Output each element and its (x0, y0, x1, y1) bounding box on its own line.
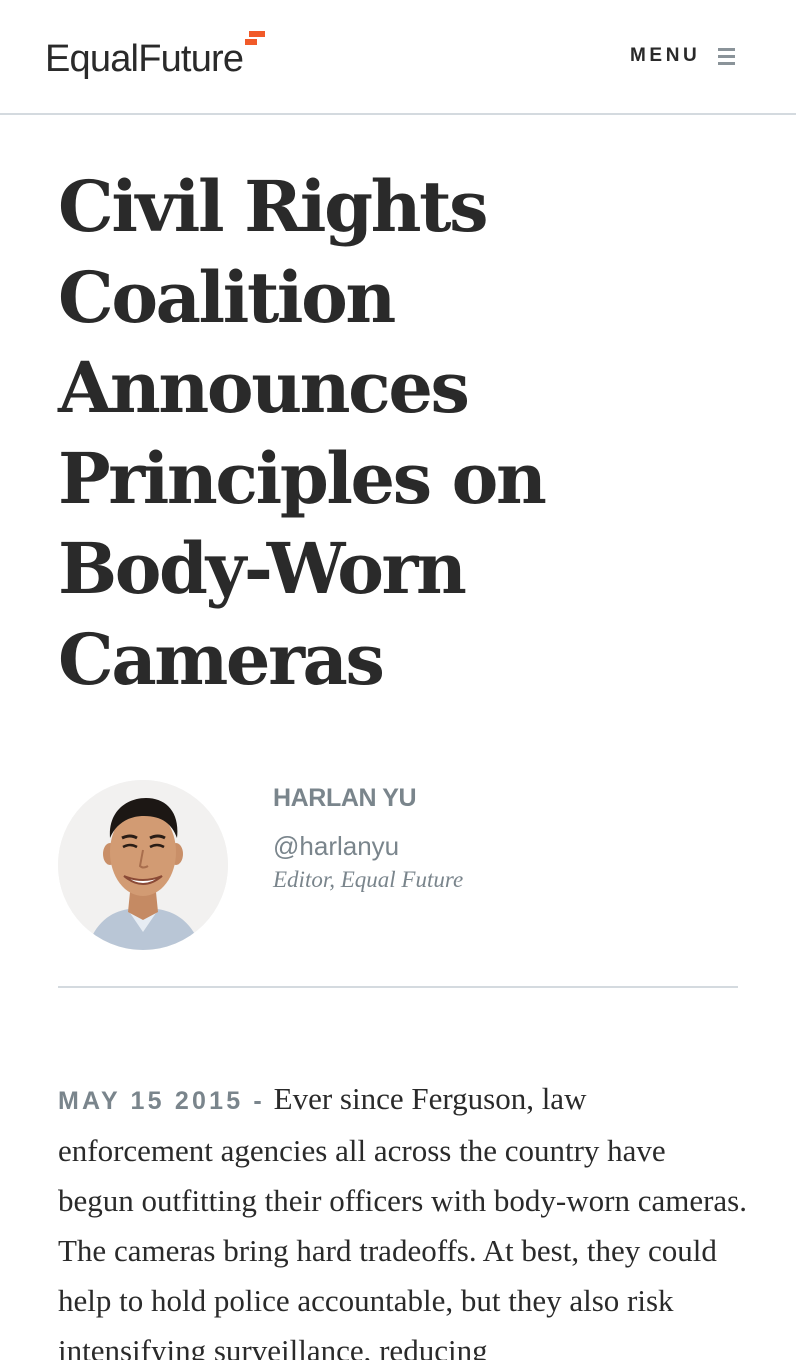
site-header: EqualFuture MENU (0, 0, 796, 115)
article-lead-text: Ever since Ferguson, law enforcement age… (58, 1081, 747, 1360)
author-photo (58, 780, 228, 950)
author-avatar[interactable] (58, 780, 228, 950)
author-role: Editor, Equal Future (273, 867, 464, 892)
dateline-separator: - (253, 1087, 262, 1115)
section-divider (58, 986, 738, 988)
article-headline: Civil Rights Coalition Announces Princip… (58, 165, 547, 701)
author-name: HARLAN YU (273, 784, 417, 812)
author-handle-link[interactable]: @harlanyu (273, 831, 399, 862)
menu-label: MENU (630, 45, 701, 66)
menu-button[interactable]: MENU (630, 43, 736, 69)
site-logo[interactable]: EqualFuture (45, 31, 266, 81)
article-lead-paragraph: MAY 15 2015- Ever since Ferguson, law enf… (58, 1074, 748, 1360)
hamburger-icon (718, 47, 736, 65)
logo-text: EqualFuture (45, 38, 244, 80)
article-dateline: MAY 15 2015 (58, 1087, 244, 1115)
flag-icon (245, 31, 266, 49)
